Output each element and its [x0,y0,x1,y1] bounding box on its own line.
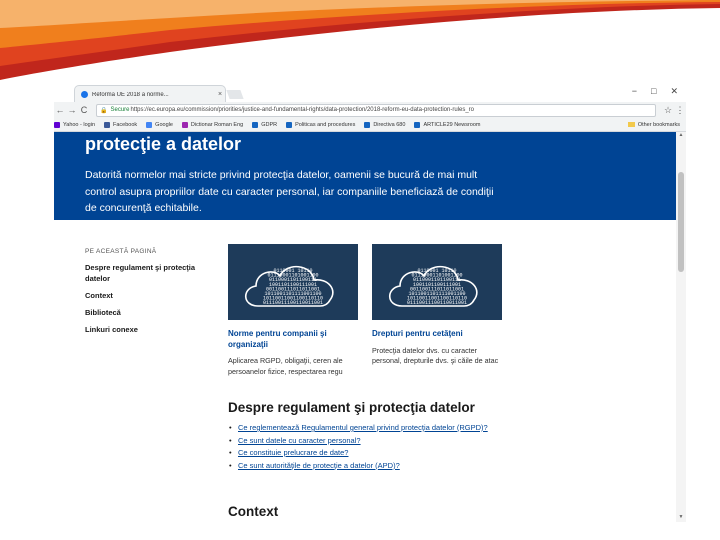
favicon-icon [81,91,88,98]
page-title: protecţie a datelor [85,134,242,154]
vertical-scrollbar[interactable]: ▲ ▼ [676,132,686,522]
sidenav-item-context[interactable]: Context [85,290,210,301]
scroll-up-icon[interactable]: ▲ [676,132,686,140]
card-title: Drepturi pentru cetăţeni [372,329,463,338]
card-title: Norme pentru companii şi organizaţii [228,329,327,349]
other-bookmarks-label: Other bookmarks [637,121,680,128]
new-tab-button[interactable] [226,90,244,99]
bookmarks-bar: Yahoo - login Facebook Google Dictionar … [54,118,686,132]
sidenav-item-regulation[interactable]: Despre regulament şi protecţia datelor [85,262,210,284]
bookmark-policies-icon [286,121,293,128]
hero-banner: protecţie a datelor Datorită normelor ma… [54,132,676,220]
close-window-icon[interactable]: ✕ [670,86,678,97]
binary-text-line: 01110011100110011001 [407,300,467,306]
bookmark-yahoo-icon [54,121,60,128]
card-citizens[interactable]: 0110001 10110 01110001101001100 0110001101… [372,244,502,367]
bookmark-label: Google [155,121,173,128]
browser-tab[interactable]: Reforma UE 2018 a norme... × [74,85,226,103]
bookmark-label: GDPR [261,121,278,128]
url-text: https://ec.europa.eu/commission/prioriti… [130,107,475,113]
slide-swoosh-decoration [0,0,720,80]
bookmark-policies[interactable]: Politicas and procedures [286,121,356,128]
card-description: Aplicarea RGPD, obligaţii, ceren ale per… [228,356,343,376]
folder-icon [627,122,635,127]
scrollbar-thumb[interactable] [678,172,684,272]
bookmark-google-icon [146,121,153,128]
sidenav-heading: PE ACEASTĂ PAGINĂ [85,248,157,255]
faq-link-list: Ce reglementează Regulamentul general pr… [228,422,528,472]
card-description: Protecţia datelor dvs. cu caracter perso… [372,345,499,366]
faq-link[interactable]: Ce sunt datele cu caracter personal? [228,435,528,447]
lock-icon: 🔒 [100,107,108,114]
card-image: 0110001 10110 01110001101001100 0110001101… [372,244,502,320]
navigation-bar: ← → C 🔒 Secure https://ec.europa.eu/comm… [54,102,686,119]
bookmark-article29-icon [414,121,421,128]
bookmark-article29[interactable]: ARTICLE29 Newsroom [414,121,481,128]
bookmark-yahoo[interactable]: Yahoo - login [54,121,96,128]
back-icon[interactable]: ← [54,105,66,115]
menu-icon[interactable]: ⋮ [674,105,686,116]
faq-link[interactable]: Ce sunt autorităţile de protecţie a date… [228,460,528,472]
faq-link[interactable]: Ce constituie prelucrare de date? [228,447,528,459]
bookmark-label: Facebook [113,121,138,128]
bookmark-directive[interactable]: Directiva 680 [364,121,406,128]
card-companies[interactable]: 0110001 10110 01110001101001100 0110001101… [228,244,358,377]
faq-link[interactable]: Ce reglementează Regulamentul general pr… [228,422,528,434]
sidenav-item-library[interactable]: Bibliotecă [85,307,210,318]
bookmark-dictionary[interactable]: Dictionar Roman Eng [181,121,244,128]
faq-link-text[interactable]: Ce reglementează Regulamentul general pr… [238,423,488,432]
bookmark-google[interactable]: Google [146,121,173,128]
faq-link-text[interactable]: Ce sunt autorităţile de protecţie a date… [238,461,400,470]
bookmark-dictionary-icon [181,121,188,128]
forward-icon[interactable]: → [66,105,78,115]
section-heading-context: Context [228,504,279,519]
bookmark-label: ARTICLE29 Newsroom [423,121,481,128]
card-image: 0110001 10110 01110001101001100 0110001101… [228,244,358,320]
tab-close-icon[interactable]: × [215,91,225,98]
bookmark-label: Dictionar Roman Eng [190,121,244,128]
browser-window: Reforma UE 2018 a norme... × − □ ✕ ← → C… [54,82,686,522]
hero-description: Datorită normelor mai stricte privind pr… [85,169,494,214]
address-bar[interactable]: 🔒 Secure https://ec.europa.eu/commission… [96,103,656,117]
window-controls: − □ ✕ [632,86,678,97]
binary-text-line: 01110011100110011001 [263,300,323,306]
other-bookmarks[interactable]: Other bookmarks [627,121,680,128]
star-icon[interactable]: ☆ [662,105,674,116]
binary-cloud-icon: 0110001 10110011100011010011000110001101… [388,265,478,307]
tab-title: Reforma UE 2018 a norme... [92,91,169,98]
tab-bar: Reforma UE 2018 a norme... × − □ ✕ [54,82,686,103]
binary-cloud-icon: 0110001 10110011100011010011000110001101… [244,265,334,307]
bookmark-label: Yahoo - login [63,121,96,128]
maximize-icon[interactable]: □ [651,86,656,97]
on-this-page-nav: PE ACEASTĂ PAGINĂ Despre regulament şi p… [85,248,210,341]
faq-link-text[interactable]: Ce sunt datele cu caracter personal? [238,436,361,445]
bookmark-label: Directiva 680 [373,121,406,128]
bookmark-directive-icon [364,121,371,128]
bookmark-gdpr-icon [252,121,259,128]
bookmark-gdpr[interactable]: GDPR [252,121,278,128]
section-heading-regulation: Despre regulament şi protecţia datelor [228,400,475,415]
reload-icon[interactable]: C [78,105,90,115]
scroll-down-icon[interactable]: ▼ [676,514,686,522]
bookmark-facebook-icon [104,121,111,128]
bookmark-facebook[interactable]: Facebook [104,121,138,128]
bookmark-label: Politicas and procedures [295,121,356,128]
page-content: protecţie a datelor Datorită normelor ma… [54,132,676,522]
secure-label: Secure [110,107,130,113]
sidenav-item-related-links[interactable]: Linkuri conexe [85,324,210,335]
minimize-icon[interactable]: − [632,86,637,97]
faq-link-text[interactable]: Ce constituie prelucrare de date? [238,448,348,457]
